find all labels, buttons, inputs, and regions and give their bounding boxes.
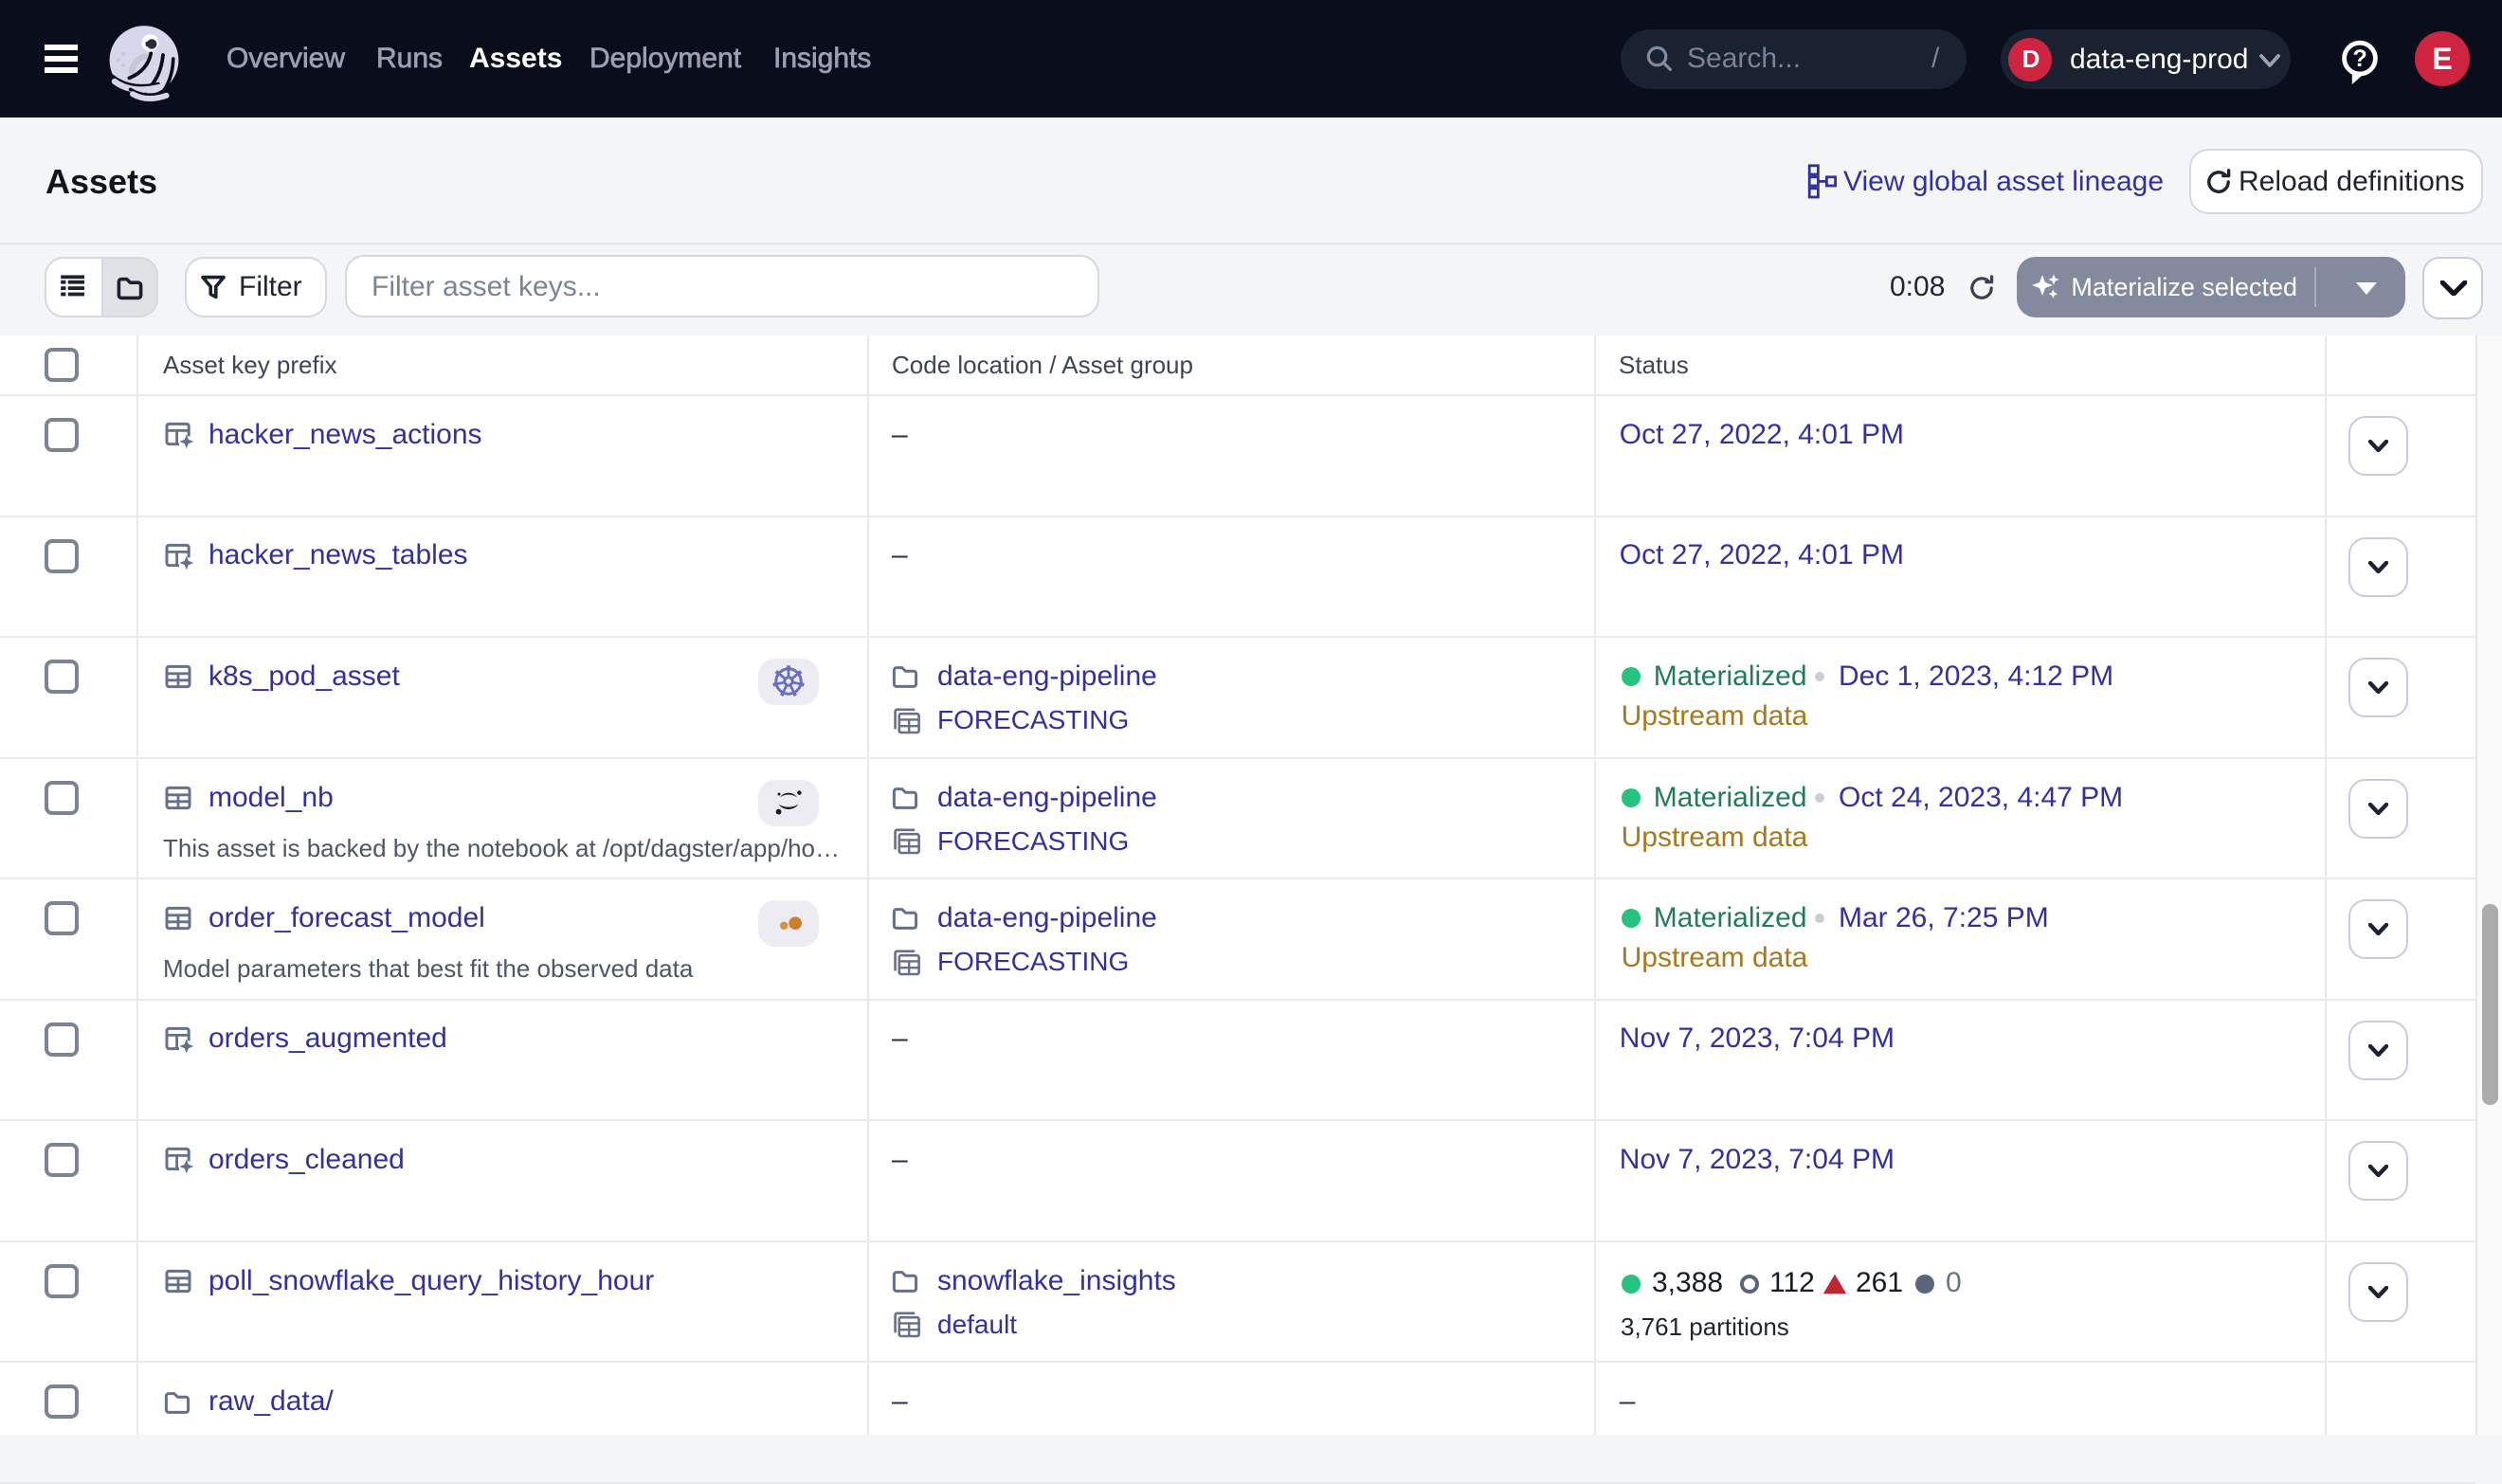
svg-text:?: ? [2353, 45, 2367, 72]
